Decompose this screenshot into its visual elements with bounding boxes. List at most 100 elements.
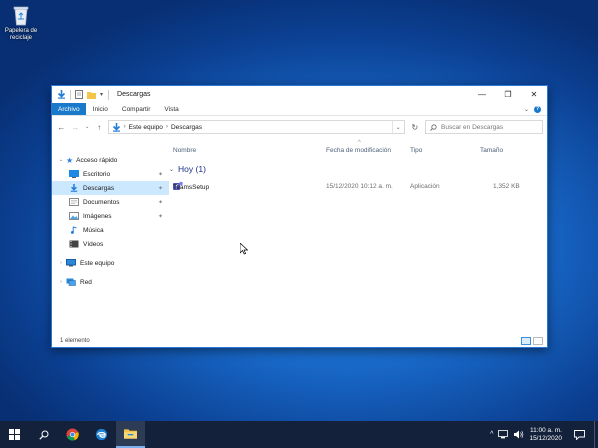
downloads-location-icon: [112, 122, 120, 132]
music-folder-icon: [70, 226, 77, 234]
clock-time: 11:00 a. m.: [529, 426, 562, 434]
title-bar[interactable]: ▾ Descargas — ❐ ✕: [52, 86, 547, 103]
recycle-bin-icon: [13, 6, 29, 26]
column-header-nombre[interactable]: Nombre: [173, 147, 196, 154]
pin-icon[interactable]: ✦: [158, 199, 163, 206]
nav-item-red[interactable]: › Red: [52, 275, 169, 289]
column-header-tipo[interactable]: Tipo: [410, 147, 422, 154]
column-headers: Nombre Fecha de modificación Tipo Tamaño…: [173, 140, 547, 159]
taskbar: ^ 11:00 a. m. 15/12/2020: [0, 421, 598, 448]
pin-icon[interactable]: ✦: [158, 185, 163, 192]
nav-item-escritorio[interactable]: Escritorio ✦: [52, 167, 169, 181]
downloads-folder-icon: [70, 184, 78, 192]
expand-chevron-icon[interactable]: ›: [56, 279, 66, 285]
customize-toolbar-chevron-icon[interactable]: ▾: [100, 91, 103, 98]
volume-icon[interactable]: [514, 430, 524, 439]
file-list: Nombre Fecha de modificación Tipo Tamaño…: [169, 139, 547, 335]
window-title: Descargas: [117, 91, 151, 98]
nav-item-musica[interactable]: Música: [52, 223, 169, 237]
notification-center-button[interactable]: [569, 421, 589, 448]
nav-item-este-equipo[interactable]: › Este equipo: [52, 256, 169, 270]
quick-access-toolbar: ▾: [52, 89, 103, 100]
file-row[interactable]: T TeamsSetup 15/12/2020 10:12 a. m. Apli…: [169, 180, 547, 194]
close-button[interactable]: ✕: [521, 86, 547, 103]
address-bar[interactable]: › Este equipo › Descargas ⌄: [107, 120, 405, 134]
search-taskbar-button[interactable]: [29, 421, 58, 448]
nav-label: Documentos: [83, 198, 120, 206]
file-explorer-icon: [124, 429, 137, 439]
pin-icon[interactable]: ✦: [158, 171, 163, 178]
breadcrumb-este-equipo[interactable]: Este equipo: [129, 124, 163, 131]
refresh-button[interactable]: ↻: [408, 123, 422, 132]
recent-locations-chevron-icon[interactable]: ⌄: [84, 124, 91, 130]
recycle-bin-desktop-icon[interactable]: Papelera de reciclaje: [4, 4, 38, 42]
system-tray: ^ 11:00 a. m. 15/12/2020: [490, 421, 598, 448]
nav-label: Música: [83, 226, 104, 234]
nav-item-descargas[interactable]: Descargas ✦: [52, 181, 169, 195]
show-desktop-button[interactable]: [594, 421, 598, 448]
forward-button[interactable]: →: [70, 123, 81, 132]
file-explorer-window[interactable]: ▾ Descargas — ❐ ✕ Archivo Inicio Compart…: [51, 85, 548, 348]
nav-item-acceso-rapido[interactable]: ⌄ ★ Acceso rápido: [52, 153, 169, 167]
edge-taskbar-button[interactable]: [87, 421, 116, 448]
clock-date: 15/12/2020: [529, 434, 562, 442]
network-status-icon[interactable]: [498, 430, 509, 439]
nav-item-videos[interactable]: Vídeos: [52, 237, 169, 251]
file-size: 1,352 KB: [493, 183, 520, 190]
chrome-taskbar-button[interactable]: [58, 421, 87, 448]
star-icon: ★: [66, 155, 74, 165]
large-icons-view-button[interactable]: [533, 337, 543, 345]
file-name: TeamsSetup: [173, 184, 210, 191]
this-pc-icon: [66, 259, 76, 267]
pin-icon[interactable]: ✦: [158, 213, 163, 220]
new-folder-icon[interactable]: [87, 91, 96, 99]
help-icon[interactable]: ?: [534, 105, 541, 113]
recycle-bin-label: Papelera de reciclaje: [4, 28, 38, 41]
mouse-cursor-icon: [240, 243, 248, 255]
tab-inicio[interactable]: Inicio: [86, 103, 115, 115]
up-button[interactable]: ↑: [94, 123, 105, 132]
nav-item-imagenes[interactable]: Imágenes ✦: [52, 209, 169, 223]
nav-item-documentos[interactable]: Documentos ✦: [52, 195, 169, 209]
breadcrumb-separator-icon: ›: [165, 124, 168, 130]
tab-archivo[interactable]: Archivo: [52, 103, 86, 115]
breadcrumb-descargas[interactable]: Descargas: [171, 124, 202, 131]
expand-ribbon-chevron-icon[interactable]: ⌄: [524, 106, 529, 113]
address-dropdown-chevron-icon[interactable]: ⌄: [391, 121, 404, 133]
start-button[interactable]: [0, 421, 29, 448]
tab-vista[interactable]: Vista: [157, 103, 185, 115]
details-view-button[interactable]: [521, 337, 531, 345]
windows-logo-icon: [9, 429, 20, 440]
chrome-icon: [66, 428, 79, 441]
search-box[interactable]: Buscar en Descargas: [425, 120, 543, 134]
file-type: Aplicación: [410, 183, 440, 190]
taskbar-clock[interactable]: 11:00 a. m. 15/12/2020: [529, 427, 564, 443]
pictures-folder-icon: [69, 212, 79, 220]
group-header-hoy[interactable]: ⌄ Hoy (1): [169, 164, 206, 174]
separator: [108, 89, 110, 100]
file-modified: 15/12/2020 10:12 a. m.: [326, 183, 393, 190]
column-header-tamano[interactable]: Tamaño: [480, 147, 503, 154]
file-explorer-taskbar-button[interactable]: [116, 421, 145, 448]
group-collapse-chevron-icon[interactable]: ⌄: [169, 166, 174, 173]
search-placeholder: Buscar en Descargas: [441, 123, 504, 131]
desktop-folder-icon: [69, 170, 79, 178]
tab-compartir[interactable]: Compartir: [115, 103, 158, 115]
maximize-button[interactable]: ❐: [495, 86, 521, 103]
properties-icon[interactable]: [75, 90, 83, 99]
expand-chevron-icon[interactable]: ›: [56, 260, 66, 266]
search-icon: [38, 430, 48, 440]
search-icon: [430, 123, 437, 131]
show-hidden-icons-chevron-icon[interactable]: ^: [490, 431, 493, 438]
collapse-chevron-icon[interactable]: ⌄: [56, 157, 66, 163]
column-header-fecha[interactable]: Fecha de modificación: [326, 147, 391, 154]
breadcrumb-separator-icon: ›: [123, 124, 126, 130]
nav-label: Descargas: [83, 184, 115, 192]
minimize-button[interactable]: —: [469, 86, 495, 103]
group-label: Hoy (1): [178, 164, 206, 174]
navigation-bar: ← → ⌄ ↑ › Este equipo › Descargas ⌄ ↻ Bu…: [52, 116, 547, 138]
documents-folder-icon: [69, 198, 79, 206]
nav-label: Vídeos: [83, 240, 104, 248]
back-button[interactable]: ←: [56, 123, 67, 132]
download-arrow-icon: [57, 90, 66, 99]
